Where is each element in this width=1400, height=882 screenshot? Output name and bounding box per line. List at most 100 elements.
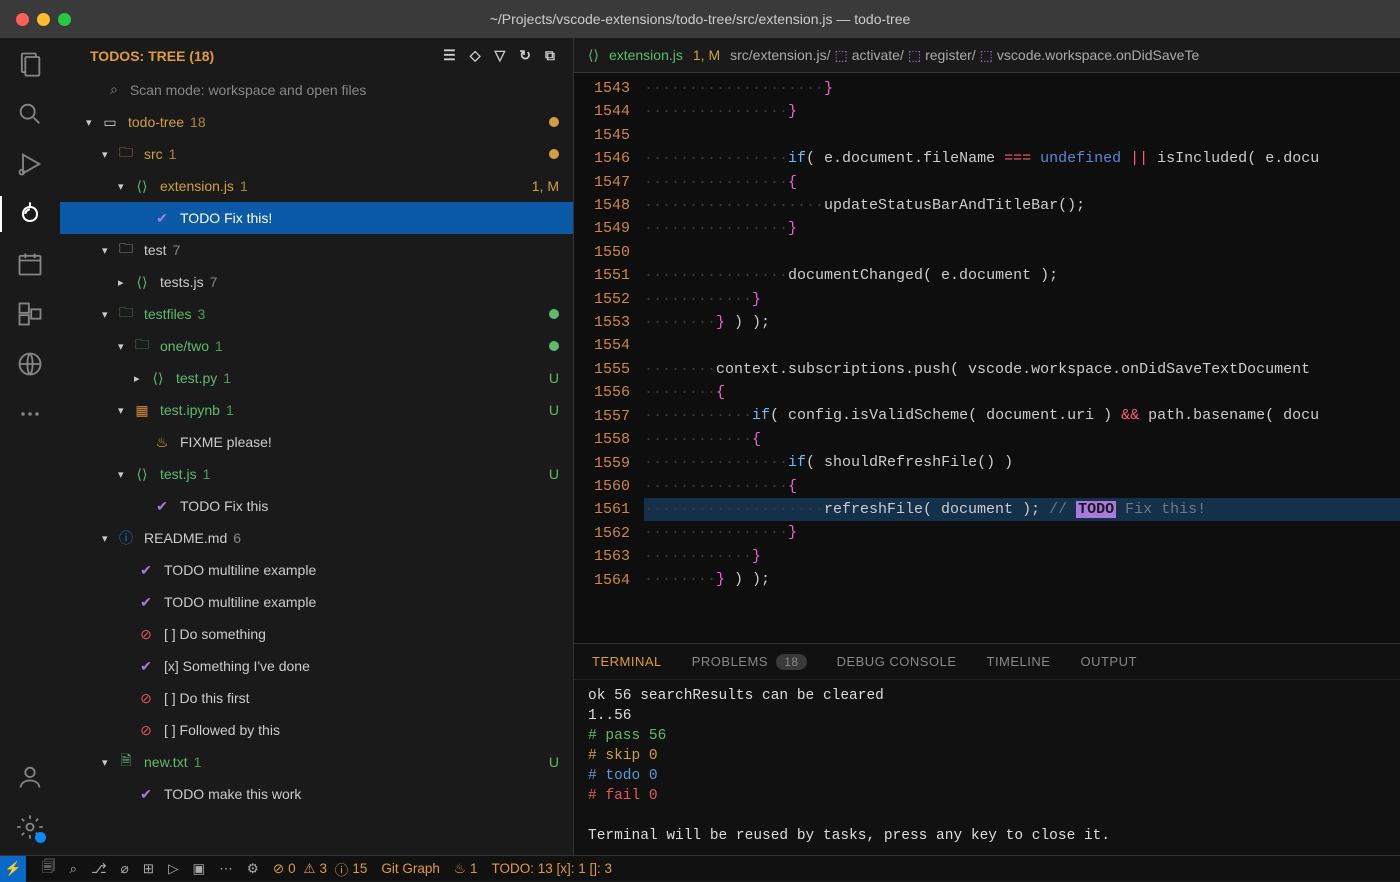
sb-run-icon[interactable]: ▷ bbox=[168, 861, 178, 877]
tree-file-new-txt[interactable]: ▾ 🗎 new.txt 1 U bbox=[60, 746, 573, 778]
tab-debug-console[interactable]: DEBUG CONSOLE bbox=[837, 654, 957, 669]
sb-more-icon[interactable]: ⋯ bbox=[219, 861, 233, 877]
chevron-right-icon: ▸ bbox=[118, 276, 132, 289]
remote-button[interactable]: ⚡ bbox=[0, 856, 26, 882]
tree-folder-test[interactable]: ▾ 🗀 test 7 bbox=[60, 234, 573, 266]
tree-todo-item[interactable]: ✔TODO multiline example bbox=[60, 554, 573, 586]
sb-settings-icon[interactable]: ⚙ bbox=[247, 861, 259, 877]
todo-text: FIXME please! bbox=[180, 434, 272, 450]
code-content[interactable]: ····················}················}··… bbox=[644, 73, 1400, 643]
sb-terminal-icon[interactable]: ▣ bbox=[192, 861, 205, 877]
crumb-fn: activate/ bbox=[852, 47, 904, 63]
tab-filename[interactable]: extension.js bbox=[609, 47, 683, 63]
tree-file-extension-js[interactable]: ▾ ⟨⟩ extension.js 1 1, M bbox=[60, 170, 573, 202]
maximize-window-button[interactable] bbox=[58, 13, 71, 26]
sb-files-icon[interactable]: 🗐 bbox=[42, 857, 56, 880]
tree-todo-item[interactable]: ♨ FIXME please! bbox=[60, 426, 573, 458]
todo-tree-icon[interactable] bbox=[16, 200, 44, 228]
cube-icon: ⬚ bbox=[834, 47, 847, 64]
chevron-down-icon: ▾ bbox=[118, 340, 132, 353]
refresh-icon[interactable]: ↻ bbox=[519, 47, 531, 64]
todo-text: [x] Something I've done bbox=[164, 658, 310, 674]
todo-text: [ ] Do something bbox=[164, 626, 266, 642]
tree-file-tests-js[interactable]: ▸ ⟨⟩ tests.js 7 bbox=[60, 266, 573, 298]
list-view-icon[interactable]: ☰ bbox=[443, 47, 456, 64]
tree-todo-item[interactable]: ⊘[ ] Followed by this bbox=[60, 714, 573, 746]
titlebar: ~/Projects/vscode-extensions/todo-tree/s… bbox=[0, 0, 1400, 38]
tree-count: 7 bbox=[210, 274, 218, 290]
notebook-file-icon: ▦ bbox=[132, 402, 152, 419]
git-untracked-dot bbox=[549, 341, 559, 351]
tree-todo-item[interactable]: ✔ [x] Something I've done bbox=[60, 650, 573, 682]
scan-mode-row[interactable]: ⌕ Scan mode: workspace and open files bbox=[60, 73, 573, 106]
collapse-icon[interactable]: ⧉ bbox=[545, 47, 555, 64]
chevron-right-icon: ▸ bbox=[134, 372, 148, 385]
cube-icon: ⬚ bbox=[908, 47, 921, 64]
tree-folder-testfiles[interactable]: ▾ 🗀 testfiles 3 bbox=[60, 298, 573, 330]
sb-problems[interactable]: ⊘ 0 ⚠ 3 ⓘ 15 bbox=[273, 859, 368, 879]
calendar-icon[interactable] bbox=[16, 250, 44, 278]
tree-label: testfiles bbox=[144, 306, 191, 322]
tree-count: 1 bbox=[240, 178, 248, 194]
explorer-icon[interactable] bbox=[16, 50, 44, 78]
folder-icon: 🗀 bbox=[116, 142, 136, 166]
tree-todo-item[interactable]: ✔TODO make this work bbox=[60, 778, 573, 810]
tree-todo-item[interactable]: ✔TODO multiline example bbox=[60, 586, 573, 618]
sb-branch-icon[interactable]: ⎇ bbox=[91, 861, 107, 877]
tree-label: test bbox=[144, 242, 167, 258]
globe-icon[interactable] bbox=[16, 350, 44, 378]
tree-file-test-js[interactable]: ▾ ⟨⟩ test.js 1 U bbox=[60, 458, 573, 490]
todo-text: TODO Fix this! bbox=[180, 210, 272, 226]
chevron-down-icon: ▾ bbox=[102, 148, 116, 161]
chevron-down-icon: ▾ bbox=[102, 308, 116, 321]
x-circle-icon: ⊘ bbox=[136, 722, 156, 739]
tab-output[interactable]: OUTPUT bbox=[1080, 654, 1136, 669]
editor-body[interactable]: 1543154415451546154715481549155015511552… bbox=[574, 73, 1400, 643]
sb-gitgraph[interactable]: Git Graph bbox=[381, 861, 440, 876]
sb-flame[interactable]: ♨ 1 bbox=[454, 861, 478, 877]
tree-label: test.py bbox=[176, 370, 217, 386]
git-status-badge: U bbox=[549, 466, 559, 482]
close-window-button[interactable] bbox=[16, 13, 29, 26]
tree-todo-item[interactable]: ✔ TODO Fix this! bbox=[60, 202, 573, 234]
git-modified-dot bbox=[549, 149, 559, 159]
crumb-fn: register/ bbox=[925, 47, 976, 63]
settings-icon[interactable] bbox=[16, 813, 44, 841]
tab-timeline[interactable]: TIMELINE bbox=[987, 654, 1051, 669]
tree-file-test-py[interactable]: ▸ ⟨⟩ test.py 1 U bbox=[60, 362, 573, 394]
tree-file-readme[interactable]: ▾ ⓘ README.md 6 bbox=[60, 522, 573, 554]
tree-folder-src[interactable]: ▾ 🗀 src 1 bbox=[60, 138, 573, 170]
terminal-content[interactable]: ok 56 searchResults can be cleared 1..56… bbox=[574, 680, 1400, 855]
sb-ext-icon[interactable]: ⊞ bbox=[143, 861, 154, 877]
tree-todo-item[interactable]: ⊘[ ] Do this first bbox=[60, 682, 573, 714]
more-icon[interactable] bbox=[16, 400, 44, 428]
sb-bug-icon[interactable]: ⌀ bbox=[121, 861, 129, 877]
tree-folder-onetwo[interactable]: ▾ 🗀 one/two 1 bbox=[60, 330, 573, 362]
tree-todo-item[interactable]: ⊘[ ] Do something bbox=[60, 618, 573, 650]
tag-icon[interactable]: ◇ bbox=[470, 47, 481, 64]
minimize-window-button[interactable] bbox=[37, 13, 50, 26]
tree-count: 6 bbox=[233, 530, 241, 546]
filter-icon[interactable]: ▽ bbox=[494, 47, 505, 64]
chevron-down-icon: ▾ bbox=[86, 116, 100, 129]
tree-label: tests.js bbox=[160, 274, 204, 290]
breadcrumb[interactable]: src/extension.js/ ⬚ activate/ ⬚ register… bbox=[730, 47, 1199, 64]
extensions-icon[interactable] bbox=[16, 300, 44, 328]
tree-todo-item[interactable]: ✔ TODO Fix this bbox=[60, 490, 573, 522]
check-circle-icon: ✔ bbox=[136, 658, 156, 675]
window-controls bbox=[16, 13, 71, 26]
folder-icon: 🗀 bbox=[116, 302, 136, 326]
tree-label: test.js bbox=[160, 466, 197, 482]
sb-search-icon[interactable]: ⌕ bbox=[70, 861, 78, 877]
tab-terminal[interactable]: TERMINAL bbox=[592, 654, 662, 669]
tree-file-test-ipynb[interactable]: ▾ ▦ test.ipynb 1 U bbox=[60, 394, 573, 426]
chevron-down-icon: ▾ bbox=[102, 244, 116, 257]
search-icon[interactable] bbox=[16, 100, 44, 128]
account-icon[interactable] bbox=[16, 763, 44, 791]
tree-count: 1 bbox=[169, 146, 177, 162]
tab-problems[interactable]: PROBLEMS 18 bbox=[692, 654, 807, 669]
tree-root[interactable]: ▾ ▭ todo-tree 18 bbox=[60, 106, 573, 138]
sb-todo-counts[interactable]: TODO: 13 [x]: 1 []: 3 bbox=[492, 861, 613, 876]
run-debug-icon[interactable] bbox=[16, 150, 44, 178]
flame-icon: ♨ bbox=[152, 434, 172, 451]
